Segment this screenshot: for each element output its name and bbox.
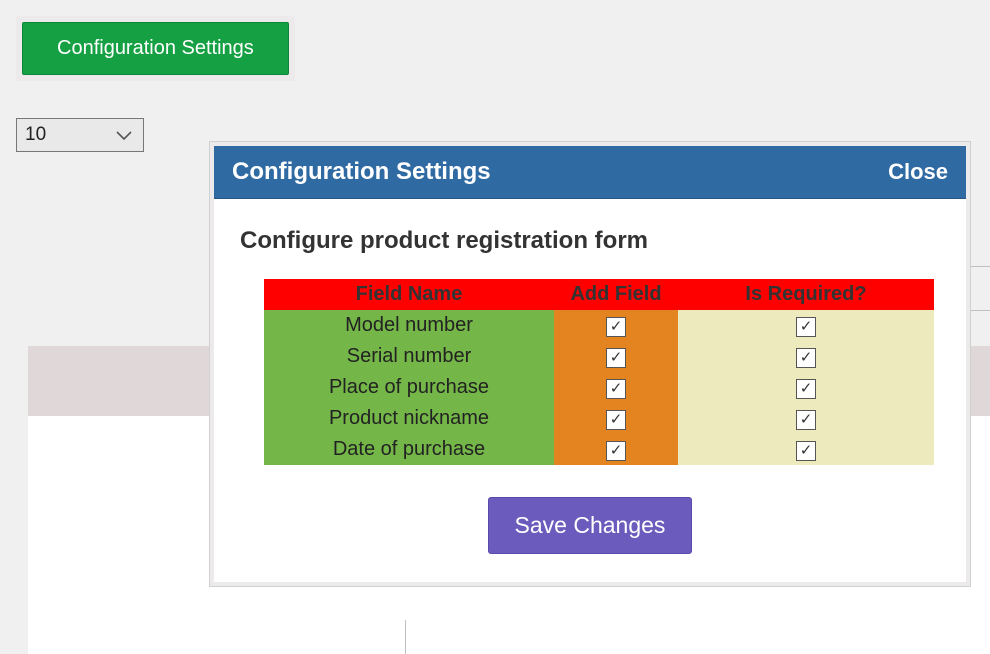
add-field-checkbox[interactable]: ✓: [606, 317, 626, 337]
page-size-select-value: 10: [17, 124, 46, 146]
add-field-cell: ✓: [554, 341, 678, 372]
add-field-cell: ✓: [554, 372, 678, 403]
is-required-cell: ✓: [678, 372, 934, 403]
modal-subtitle: Configure product registration form: [240, 227, 940, 255]
add-field-cell: ✓: [554, 434, 678, 465]
configuration-settings-modal: Configuration Settings Close Configure p…: [210, 142, 970, 586]
field-name-cell: Place of purchase: [264, 372, 554, 403]
add-field-checkbox[interactable]: ✓: [606, 441, 626, 461]
table-row: Model number ✓ ✓: [264, 310, 934, 341]
is-required-checkbox[interactable]: ✓: [796, 348, 816, 368]
col-header-is-required: Is Required?: [678, 279, 934, 310]
col-header-field-name: Field Name: [264, 279, 554, 310]
table-row: Product nickname ✓ ✓: [264, 403, 934, 434]
page-size-select-wrap: 10: [16, 118, 144, 152]
field-name-cell: Serial number: [264, 341, 554, 372]
is-required-checkbox[interactable]: ✓: [796, 379, 816, 399]
chevron-down-icon: [115, 129, 133, 141]
vertical-divider: [405, 620, 406, 654]
add-field-checkbox[interactable]: ✓: [606, 379, 626, 399]
save-changes-button[interactable]: Save Changes: [488, 497, 693, 554]
table-row: Serial number ✓ ✓: [264, 341, 934, 372]
modal-header: Configuration Settings Close: [214, 146, 966, 199]
field-name-cell: Date of purchase: [264, 434, 554, 465]
col-header-add-field: Add Field: [554, 279, 678, 310]
modal-close-button[interactable]: Close: [888, 159, 948, 185]
configuration-settings-button[interactable]: Configuration Settings: [22, 22, 289, 75]
config-button-wrap: Configuration Settings: [16, 16, 295, 81]
is-required-cell: ✓: [678, 403, 934, 434]
add-field-checkbox[interactable]: ✓: [606, 410, 626, 430]
modal-body: Configure product registration form Fiel…: [214, 199, 966, 582]
is-required-cell: ✓: [678, 434, 934, 465]
field-name-cell: Product nickname: [264, 403, 554, 434]
is-required-checkbox[interactable]: ✓: [796, 441, 816, 461]
table-row: Date of purchase ✓ ✓: [264, 434, 934, 465]
add-field-checkbox[interactable]: ✓: [606, 348, 626, 368]
is-required-cell: ✓: [678, 310, 934, 341]
page-size-select[interactable]: 10: [16, 118, 144, 152]
modal-title: Configuration Settings: [232, 158, 491, 186]
add-field-cell: ✓: [554, 403, 678, 434]
field-name-cell: Model number: [264, 310, 554, 341]
table-row: Place of purchase ✓ ✓: [264, 372, 934, 403]
is-required-checkbox[interactable]: ✓: [796, 317, 816, 337]
save-button-wrap: Save Changes: [240, 497, 940, 554]
config-fields-table: Field Name Add Field Is Required? Model …: [264, 279, 934, 465]
is-required-cell: ✓: [678, 341, 934, 372]
is-required-checkbox[interactable]: ✓: [796, 410, 816, 430]
add-field-cell: ✓: [554, 310, 678, 341]
table-header-row: Field Name Add Field Is Required?: [264, 279, 934, 310]
